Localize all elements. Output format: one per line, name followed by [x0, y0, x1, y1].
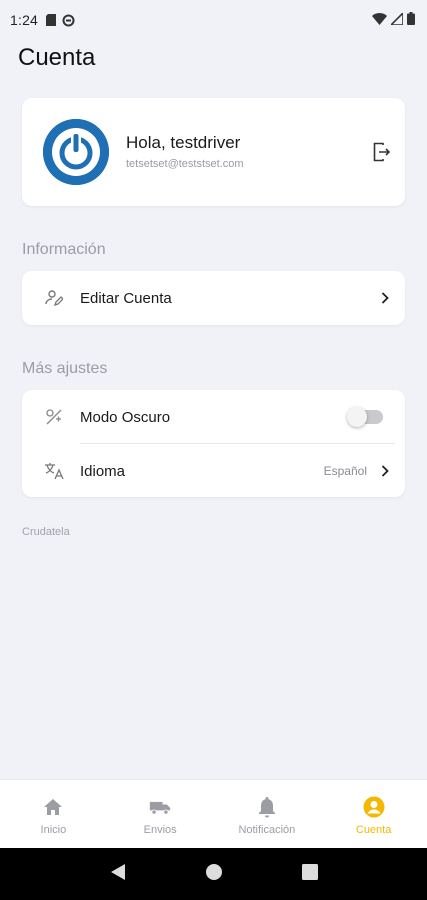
section-label-more: Más ajustes — [22, 360, 108, 377]
home-button-icon[interactable] — [205, 863, 223, 886]
logout-icon — [373, 142, 391, 162]
dark-mode-label: Modo Oscuro — [80, 408, 171, 426]
section-label-info: Información — [22, 241, 106, 258]
account-icon — [363, 796, 385, 818]
tab-label: Cuenta — [355, 824, 392, 836]
profile-email: tetsetset@teststset.com — [126, 158, 244, 170]
signal-icon — [389, 11, 404, 28]
sync-icon — [62, 14, 75, 27]
tab-notificacion[interactable]: Notificación — [214, 780, 321, 848]
sd-card-icon — [46, 14, 57, 26]
tab-inicio[interactable]: Inicio — [0, 780, 107, 848]
translate-icon — [44, 461, 64, 481]
footer-note: Crudatela — [22, 526, 70, 538]
language-value: Español — [323, 464, 367, 478]
bottom-tab-bar: Inicio Envios Notificación Cuenta — [0, 779, 427, 848]
status-time: 1:24 — [10, 12, 39, 28]
edit-account-row[interactable]: Editar Cuenta — [22, 271, 405, 325]
logout-button[interactable] — [371, 141, 393, 163]
dark-mode-row: Modo Oscuro — [22, 390, 405, 444]
power-logo-icon — [43, 119, 109, 185]
chevron-right-icon — [379, 291, 391, 305]
toggle-knob — [347, 407, 367, 427]
status-right — [372, 11, 415, 28]
tab-cuenta[interactable]: Cuenta — [320, 780, 427, 848]
tab-label: Inicio — [40, 824, 67, 836]
language-row[interactable]: Idioma Español — [22, 444, 405, 498]
bell-icon — [256, 796, 278, 818]
dark-mode-toggle[interactable] — [347, 407, 383, 427]
chevron-right-icon — [379, 464, 391, 478]
settings-card: Modo Oscuro Idioma Español — [22, 390, 405, 497]
edit-account-label: Editar Cuenta — [80, 289, 172, 307]
back-icon[interactable] — [110, 863, 126, 886]
avatar — [43, 119, 109, 185]
battery-icon — [407, 12, 415, 28]
tab-label: Envios — [143, 824, 177, 836]
tab-envios[interactable]: Envios — [107, 780, 214, 848]
user-edit-icon — [44, 288, 64, 308]
page-title: Cuenta — [18, 44, 96, 71]
wifi-icon — [372, 12, 387, 28]
system-nav-bar — [0, 848, 427, 900]
dark-mode-icon — [44, 407, 64, 427]
language-label: Idioma — [80, 462, 126, 480]
profile-greeting: Hola, testdriver — [126, 133, 241, 152]
home-icon — [42, 796, 64, 818]
profile-card: Hola, testdriver tetsetset@teststset.com — [22, 98, 405, 206]
tab-label: Notificación — [238, 824, 296, 836]
info-card: Editar Cuenta — [22, 271, 405, 325]
recents-icon[interactable] — [301, 863, 318, 885]
truck-icon — [149, 796, 171, 818]
status-bar: 1:24 — [0, 0, 427, 40]
